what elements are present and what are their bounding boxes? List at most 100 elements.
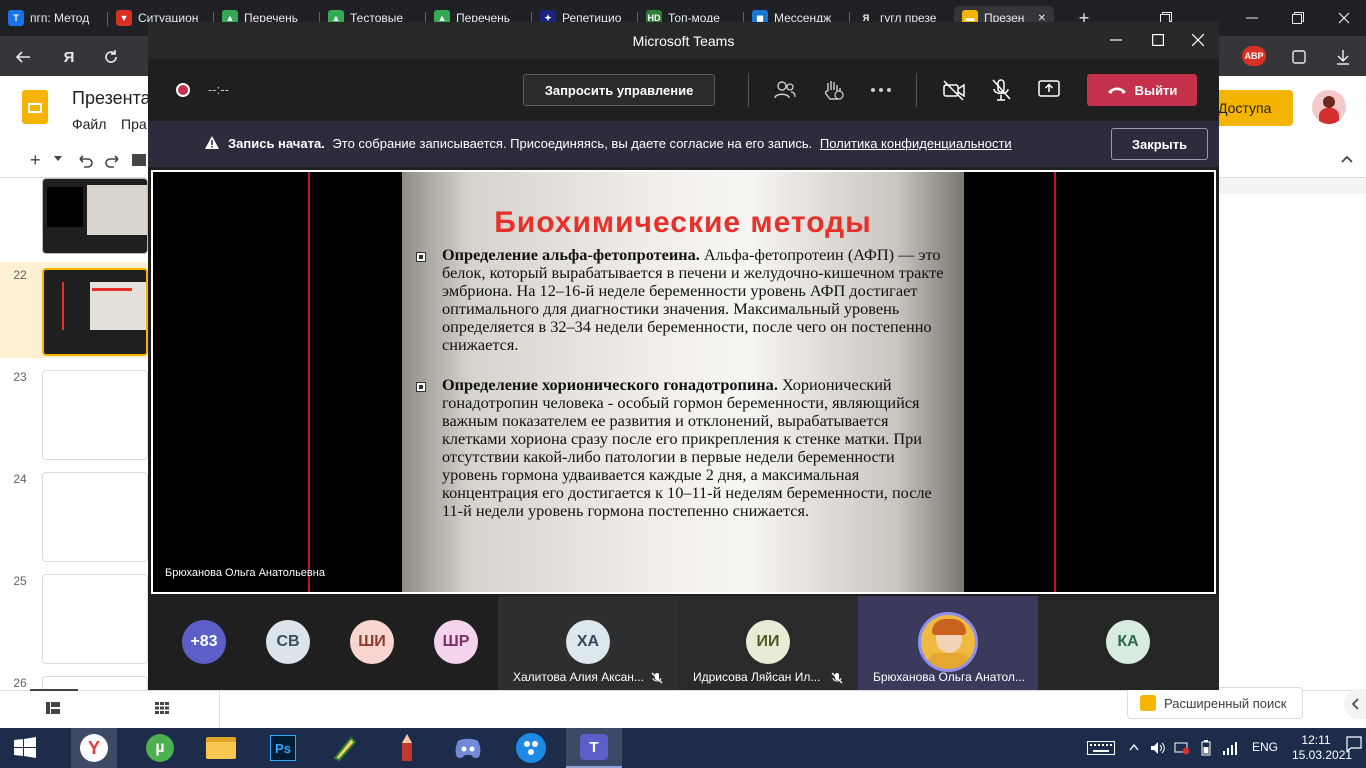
teams-close-icon[interactable] bbox=[1192, 34, 1204, 46]
utorrent-taskbar-icon[interactable]: µ bbox=[137, 728, 183, 768]
teams-title-bar: Microsoft Teams bbox=[148, 22, 1219, 59]
request-control-button[interactable]: Запросить управление bbox=[523, 74, 715, 106]
participants-icon[interactable] bbox=[774, 79, 796, 101]
network-error-icon[interactable] bbox=[1174, 741, 1190, 755]
leave-meeting-button[interactable]: Выйти bbox=[1087, 74, 1197, 106]
menu-edit[interactable]: Пра bbox=[121, 116, 147, 132]
wifi-signal-icon[interactable] bbox=[1222, 741, 1238, 755]
participant-avatar[interactable]: КА bbox=[1106, 620, 1150, 664]
app-taskbar-icon[interactable] bbox=[508, 728, 554, 768]
slide-filmstrip: 22 23 24 25 26 bbox=[0, 178, 148, 690]
divider bbox=[748, 73, 749, 107]
collapse-chevron-icon[interactable] bbox=[1338, 150, 1356, 168]
paragraph-2-heading: Определение хорионического гонадотропина… bbox=[442, 375, 778, 394]
yandex-browser-taskbar-icon[interactable]: Y bbox=[71, 728, 117, 768]
side-panel-toggle-icon[interactable] bbox=[1344, 689, 1366, 719]
slide-thumbnail-26[interactable] bbox=[42, 676, 148, 690]
raise-hand-icon[interactable] bbox=[822, 79, 844, 101]
more-participants-avatar[interactable]: +83 bbox=[182, 620, 226, 664]
battery-icon[interactable] bbox=[1198, 740, 1214, 756]
tab-favicon-icon: ▼ bbox=[116, 10, 132, 26]
grid-view-icon[interactable] bbox=[155, 702, 169, 714]
windows-start-icon[interactable] bbox=[2, 728, 48, 768]
slide-thumbnail-22[interactable] bbox=[42, 268, 148, 356]
chevron-down-icon[interactable] bbox=[54, 156, 62, 161]
participant-avatar: ХА bbox=[566, 620, 610, 664]
banner-text: Это собрание записывается. Присоединяясь… bbox=[332, 136, 813, 151]
tray-chevron-icon[interactable] bbox=[1129, 743, 1139, 751]
slide-paragraph-1: Определение альфа-фетопротеина. Альфа-фе… bbox=[442, 246, 954, 354]
print-icon[interactable] bbox=[132, 154, 146, 166]
participant-strip: +83 СВ ШИ ШР ХА Халитова Алия Аксан... И… bbox=[148, 596, 1219, 690]
keyboard-icon[interactable] bbox=[1087, 741, 1115, 755]
notifications-icon[interactable] bbox=[1346, 736, 1362, 752]
participant-avatar[interactable]: ШР bbox=[434, 620, 478, 664]
slide-thumbnail-25[interactable] bbox=[42, 574, 148, 664]
close-banner-button[interactable]: Закрыть bbox=[1111, 128, 1208, 160]
photoshop-taskbar-icon[interactable]: Ps bbox=[260, 728, 306, 768]
participant-name: Брюханова Ольга Анатол... bbox=[873, 670, 1025, 684]
screen-share-stage: Биохимические методы Определение альфа-ф… bbox=[151, 170, 1216, 594]
camera-off-icon[interactable] bbox=[942, 79, 966, 101]
teams-maximize-icon[interactable] bbox=[1152, 34, 1164, 46]
teams-taskbar-icon[interactable]: T bbox=[566, 728, 622, 768]
slide-number: 26 bbox=[13, 676, 27, 690]
slide-number: 23 bbox=[13, 370, 27, 384]
presenter-name-label: Брюханова Ольга Анатольевна bbox=[165, 567, 325, 579]
phone-hangup-icon bbox=[1107, 87, 1126, 94]
participant-avatar[interactable]: СВ bbox=[266, 620, 310, 664]
divider bbox=[107, 12, 108, 26]
browser-tab[interactable]: Tпгп: Метод bbox=[0, 6, 106, 30]
adblock-extension-icon[interactable]: ABP bbox=[1242, 46, 1266, 66]
drawing-app-taskbar-icon[interactable] bbox=[322, 728, 368, 768]
explore-search-button[interactable]: Расширенный поиск bbox=[1127, 687, 1303, 719]
share-screen-icon[interactable] bbox=[1038, 79, 1060, 99]
paragraph-2-text: Хорионический гонадотропин человека - ос… bbox=[442, 375, 932, 520]
more-options-icon[interactable] bbox=[870, 87, 892, 93]
clock[interactable]: 12:11 15.03.2021 bbox=[1292, 733, 1352, 763]
participant-avatar[interactable]: ШИ bbox=[350, 620, 394, 664]
menu-file[interactable]: Файл bbox=[72, 116, 106, 132]
document-title[interactable]: Презента bbox=[72, 88, 151, 109]
back-arrow-icon[interactable] bbox=[12, 46, 34, 68]
filmstrip-view-icon[interactable] bbox=[46, 702, 60, 714]
user-avatar[interactable] bbox=[1312, 90, 1346, 124]
language-indicator[interactable]: ENG bbox=[1252, 740, 1278, 754]
slide-thumbnail-24[interactable] bbox=[42, 472, 148, 562]
meeting-controls-bar: --:-- Запросить управление Выйти bbox=[148, 59, 1219, 121]
undo-icon[interactable] bbox=[76, 152, 94, 170]
bullet-icon bbox=[416, 252, 426, 262]
divider bbox=[1054, 172, 1056, 592]
divider bbox=[916, 73, 917, 107]
reload-icon[interactable] bbox=[100, 46, 122, 68]
microphone-off-icon[interactable] bbox=[990, 78, 1012, 102]
pencil-app-taskbar-icon[interactable] bbox=[384, 728, 430, 768]
teams-window: Microsoft Teams --:-- Запросить управлен… bbox=[148, 22, 1219, 690]
maximize-icon[interactable] bbox=[1276, 0, 1320, 36]
teams-minimize-icon[interactable] bbox=[1110, 34, 1122, 46]
participant-name: Идрисова Ляйсан Ил... bbox=[693, 670, 821, 684]
volume-icon[interactable] bbox=[1150, 741, 1166, 755]
explore-label: Расширенный поиск bbox=[1164, 695, 1287, 711]
slide-paragraph-2: Определение хорионического гонадотропина… bbox=[442, 376, 954, 520]
file-explorer-taskbar-icon[interactable] bbox=[198, 728, 244, 768]
slide-thumbnail-23[interactable] bbox=[42, 370, 148, 460]
slide-thumbnail-21[interactable] bbox=[42, 178, 148, 254]
slide-number: 22 bbox=[13, 268, 27, 282]
share-button[interactable]: Доступа bbox=[1210, 90, 1293, 126]
slides-bottom-bar: Расширенный поиск bbox=[0, 687, 1366, 729]
yandex-icon[interactable]: Я bbox=[58, 46, 80, 68]
speaker-photo-avatar bbox=[918, 612, 978, 672]
bookmarks-icon[interactable] bbox=[1288, 46, 1310, 68]
privacy-policy-link[interactable]: Политика конфиденциальности bbox=[820, 136, 1012, 151]
discord-taskbar-icon[interactable] bbox=[445, 728, 491, 768]
download-icon[interactable] bbox=[1332, 46, 1354, 68]
tab-favicon-icon: T bbox=[8, 10, 24, 26]
meeting-timer: --:-- bbox=[208, 82, 229, 97]
close-window-icon[interactable] bbox=[1322, 0, 1366, 36]
minimize-icon[interactable] bbox=[1230, 0, 1274, 36]
redo-icon[interactable] bbox=[104, 152, 122, 170]
slides-logo-icon[interactable] bbox=[22, 90, 48, 124]
divider bbox=[308, 172, 310, 592]
new-slide-icon[interactable]: + bbox=[30, 150, 41, 171]
